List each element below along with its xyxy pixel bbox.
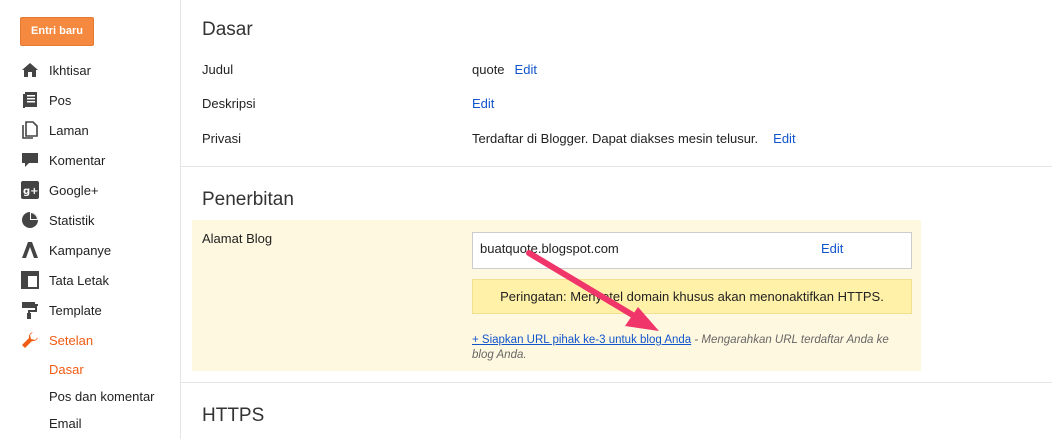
https-section-title: HTTPS <box>202 405 265 426</box>
sidebar-item-label: Pos <box>49 92 72 108</box>
sidebar-item-label: Laman <box>49 122 89 138</box>
comment-icon <box>20 150 40 170</box>
sidebar-item-posts[interactable]: Pos <box>20 89 71 111</box>
sidebar-item-label: Google+ <box>49 182 99 198</box>
title-label: Judul <box>202 62 234 77</box>
third-party-url-row: + Siapkan URL pihak ke-3 untuk blog Anda… <box>472 333 912 363</box>
wrench-icon <box>20 330 40 350</box>
sidebar-item-label: Template <box>49 302 102 318</box>
publishing-section-title: Penerbitan <box>202 189 294 210</box>
section-divider <box>181 166 1052 167</box>
sidebar-item-stats[interactable]: Statistik <box>20 209 95 231</box>
description-row: Edit <box>472 96 494 111</box>
basic-section-title: Dasar <box>202 19 253 40</box>
sidebar-item-overview[interactable]: Ikhtisar <box>20 59 91 81</box>
sidebar-item-label: Komentar <box>49 152 106 168</box>
sidebar-item-pages[interactable]: Laman <box>20 119 89 141</box>
sidebar-item-label: Tata Letak <box>49 272 109 288</box>
settings-main: Dasar Judul quote Edit Deskripsi Edit Pri… <box>180 0 1052 439</box>
privacy-row: Terdaftar di Blogger. Dapat diakses mesi… <box>472 131 796 146</box>
description-label: Deskripsi <box>202 96 256 111</box>
new-post-button[interactable]: Entri baru <box>20 17 94 46</box>
section-divider <box>181 382 1052 383</box>
setup-third-party-url-link[interactable]: + Siapkan URL pihak ke-3 untuk blog Anda <box>472 334 691 346</box>
layout-icon <box>20 270 40 290</box>
campaign-icon <box>20 240 40 260</box>
privacy-label: Privasi <box>202 131 242 146</box>
pages-icon <box>20 120 40 140</box>
edit-privacy-link[interactable]: Edit <box>773 131 795 146</box>
blog-address-value: buatquote.blogspot.com <box>480 241 619 256</box>
posts-icon <box>20 90 40 110</box>
sidebar-item-template[interactable]: Template <box>20 299 102 321</box>
title-value: quote <box>472 62 505 77</box>
blog-address-label: Alamat Blog <box>202 231 273 246</box>
edit-description-link[interactable]: Edit <box>472 96 494 111</box>
sidebar-item-label: Statistik <box>49 212 95 228</box>
sidebar-subitem-basic[interactable]: Dasar <box>49 362 84 377</box>
edit-title-link[interactable]: Edit <box>515 62 537 77</box>
sidebar-item-label: Kampanye <box>49 242 112 258</box>
edit-address-link[interactable]: Edit <box>821 241 843 256</box>
google-plus-icon: g+ <box>20 180 40 200</box>
sidebar: Entri baru Ikhtisar Pos Laman Komentar g… <box>0 0 180 439</box>
sidebar-item-google-plus[interactable]: g+ Google+ <box>20 179 99 201</box>
blog-address-box: buatquote.blogspot.com Edit <box>472 232 912 269</box>
privacy-value: Terdaftar di Blogger. Dapat diakses mesi… <box>472 131 759 146</box>
sidebar-item-label: Ikhtisar <box>49 62 91 78</box>
template-icon <box>20 300 40 320</box>
title-row: quote Edit <box>472 62 537 77</box>
stats-icon <box>20 210 40 230</box>
sidebar-subitem-email[interactable]: Email <box>49 416 82 431</box>
home-icon <box>20 60 40 80</box>
sidebar-item-label: Setelan <box>49 332 94 348</box>
https-warning: Peringatan: Menyetel domain khusus akan … <box>472 279 912 314</box>
svg-text:g+: g+ <box>23 186 39 197</box>
sidebar-item-settings[interactable]: Setelan <box>20 329 93 351</box>
sidebar-item-campaigns[interactable]: Kampanye <box>20 239 111 261</box>
sidebar-item-layout[interactable]: Tata Letak <box>20 269 109 291</box>
sidebar-item-comments[interactable]: Komentar <box>20 149 105 171</box>
sidebar-subitem-posts-comments[interactable]: Pos dan komentar <box>49 389 155 404</box>
